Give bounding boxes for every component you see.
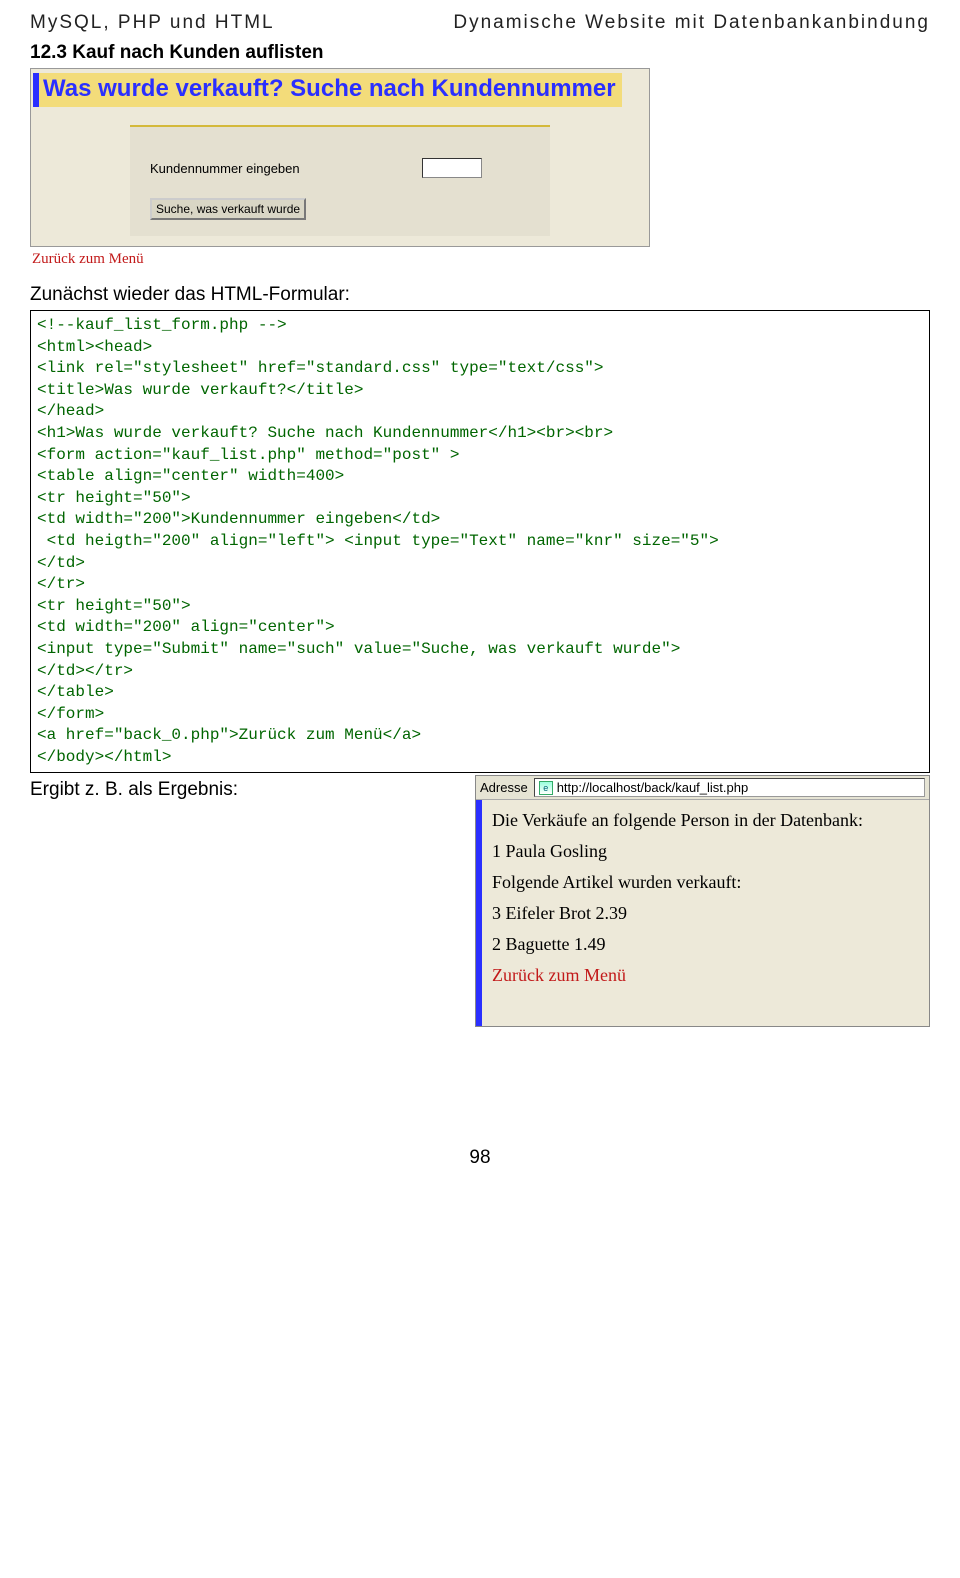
address-label: Adresse — [480, 780, 528, 795]
knr-input[interactable] — [422, 158, 482, 178]
result-line-3: 3 Eifeler Brot 2.39 — [492, 903, 919, 924]
url-text: http://localhost/back/kauf_list.php — [557, 780, 749, 795]
result-screenshot: Adresse e http://localhost/back/kauf_lis… — [475, 775, 930, 1027]
result-line-top: Die Verkäufe an folgende Person in der D… — [492, 810, 919, 831]
knr-label: Kundennummer eingeben — [142, 154, 412, 192]
result-label: Ergibt z. B. als Ergebnis: — [30, 779, 238, 1027]
running-header: MySQL, PHP und HTML Dynamische Website m… — [30, 12, 930, 34]
back-link[interactable]: Zurück zum Menü — [32, 251, 930, 268]
intro-text: Zunächst wieder das HTML-Formular: — [30, 284, 930, 306]
header-left: MySQL, PHP und HTML — [30, 12, 275, 34]
form-title: Was wurde verkauft? Suche nach Kundennum… — [33, 73, 622, 107]
result-line-4: 2 Baguette 1.49 — [492, 934, 919, 955]
address-field[interactable]: e http://localhost/back/kauf_list.php — [534, 778, 925, 797]
search-button[interactable] — [150, 198, 306, 220]
code-listing: <!--kauf_list_form.php --> <html><head> … — [30, 310, 930, 773]
result-back-link[interactable]: Zurück zum Menü — [492, 965, 626, 985]
form-panel: Kundennummer eingeben — [130, 125, 550, 236]
page-number: 98 — [30, 1147, 930, 1169]
section-heading: 12.3 Kauf nach Kunden auflisten — [30, 42, 930, 64]
result-line-2: Folgende Artikel wurden verkauft: — [492, 872, 919, 893]
page-icon: e — [539, 781, 553, 795]
header-right: Dynamische Website mit Datenbankanbindun… — [453, 12, 930, 34]
form-screenshot: Was wurde verkauft? Suche nach Kundennum… — [30, 68, 650, 247]
result-line-1: 1 Paula Gosling — [492, 841, 919, 862]
